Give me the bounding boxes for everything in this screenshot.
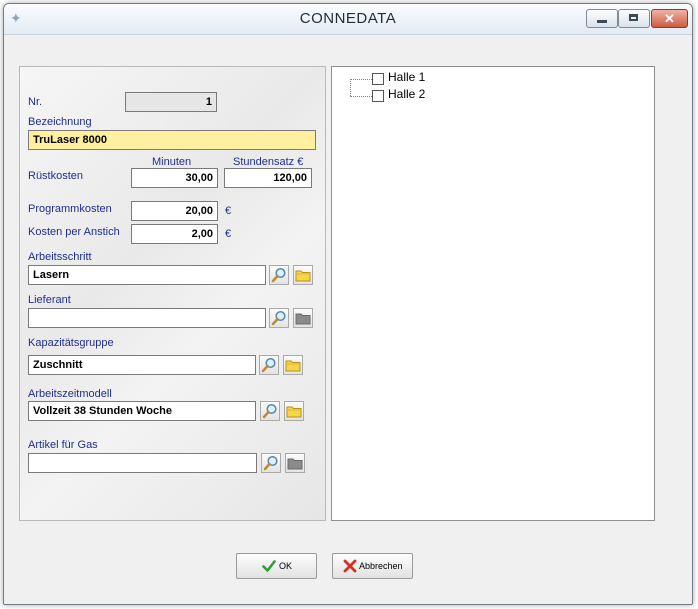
arbeitsschritt-field[interactable]: Lasern (28, 265, 266, 285)
ruestkosten-label: Rüstkosten (28, 170, 84, 182)
arbeitszeitmodell-label: Arbeitszeitmodell (28, 388, 112, 400)
search-icon (262, 403, 277, 419)
folder-disabled-icon (295, 313, 311, 325)
machine-form-panel: Nr. 1 Bezeichnung TruLaser 8000 Minuten … (19, 66, 326, 521)
tree-checkbox[interactable] (372, 73, 384, 85)
tree-connector (350, 79, 372, 80)
programmkosten-field[interactable]: 20,00 (131, 201, 218, 221)
arbeitszeitmodell-folder-button[interactable] (284, 401, 304, 421)
programmkosten-label: Programmkosten (28, 203, 112, 215)
arbeitszeitmodell-search-button[interactable] (260, 401, 280, 421)
kapazitaetsgruppe-label: Kapazitätsgruppe (28, 337, 114, 349)
arbeitsschritt-label: Arbeitsschritt (28, 251, 92, 263)
programmkosten-unit: € (225, 205, 232, 217)
lieferant-search-button[interactable] (269, 308, 289, 328)
tree-connector (350, 79, 351, 96)
kosten-anstich-label: Kosten per Anstich (28, 226, 120, 238)
tree-item-label: Halle 1 (388, 70, 426, 84)
kosten-anstich-unit: € (225, 228, 232, 240)
lieferant-label: Lieferant (28, 294, 71, 306)
kapazitaetsgruppe-folder-button[interactable] (283, 355, 303, 375)
close-icon: ✕ (664, 11, 675, 26)
hall-tree-panel: Halle 1 Halle 2 (331, 66, 655, 521)
search-icon (261, 357, 276, 373)
cross-icon (343, 559, 357, 573)
bezeichnung-label: Bezeichnung (28, 116, 92, 128)
minuten-header: Minuten (152, 156, 192, 168)
check-icon (262, 560, 276, 572)
artikel-gas-label: Artikel für Gas (28, 439, 98, 451)
arbeitsschritt-search-button[interactable] (269, 265, 289, 285)
dialog-window: ✦ CONNEDATA ✕ Nr. 1 Bezeichnung TruLaser… (3, 3, 693, 605)
title-bar[interactable]: ✦ CONNEDATA ✕ (4, 4, 692, 35)
nr-field: 1 (125, 92, 217, 112)
tree-checkbox[interactable] (372, 90, 384, 102)
bezeichnung-field[interactable]: TruLaser 8000 (28, 130, 316, 150)
folder-icon (286, 406, 302, 418)
artikel-gas-folder-button (285, 453, 305, 473)
lieferant-field[interactable] (28, 308, 266, 328)
kapazitaetsgruppe-search-button[interactable] (259, 355, 279, 375)
close-button[interactable]: ✕ (651, 9, 688, 28)
tree-connector (350, 96, 372, 97)
folder-disabled-icon (287, 458, 303, 470)
artikel-gas-field[interactable] (28, 453, 257, 473)
ruestkosten-minuten-field[interactable]: 30,00 (131, 168, 218, 188)
minimize-icon (597, 20, 607, 23)
search-icon (263, 455, 278, 471)
artikel-gas-search-button[interactable] (261, 453, 281, 473)
arbeitszeitmodell-field[interactable]: Vollzeit 38 Stunden Woche (28, 401, 256, 421)
search-icon (271, 310, 286, 326)
minimize-button[interactable] (586, 9, 618, 28)
ok-button[interactable]: OK (236, 553, 317, 579)
maximize-button[interactable] (618, 9, 650, 28)
search-icon (271, 267, 286, 283)
stundensatz-header: Stundensatz € (233, 156, 304, 168)
ruestkosten-stundensatz-field[interactable]: 120,00 (224, 168, 312, 188)
kosten-anstich-field[interactable]: 2,00 (131, 224, 218, 244)
arbeitsschritt-folder-button[interactable] (293, 265, 313, 285)
cancel-button[interactable]: Abbrechen (332, 553, 413, 579)
tree-item-label: Halle 2 (388, 87, 426, 101)
kapazitaetsgruppe-field[interactable]: Zuschnitt (28, 355, 256, 375)
nr-label: Nr. (28, 96, 43, 108)
maximize-icon (629, 14, 638, 21)
lieferant-folder-button (293, 308, 313, 328)
cancel-button-label: Abbrechen (359, 561, 403, 571)
ok-button-label: OK (279, 561, 293, 571)
folder-icon (285, 360, 301, 372)
folder-icon (295, 270, 311, 282)
